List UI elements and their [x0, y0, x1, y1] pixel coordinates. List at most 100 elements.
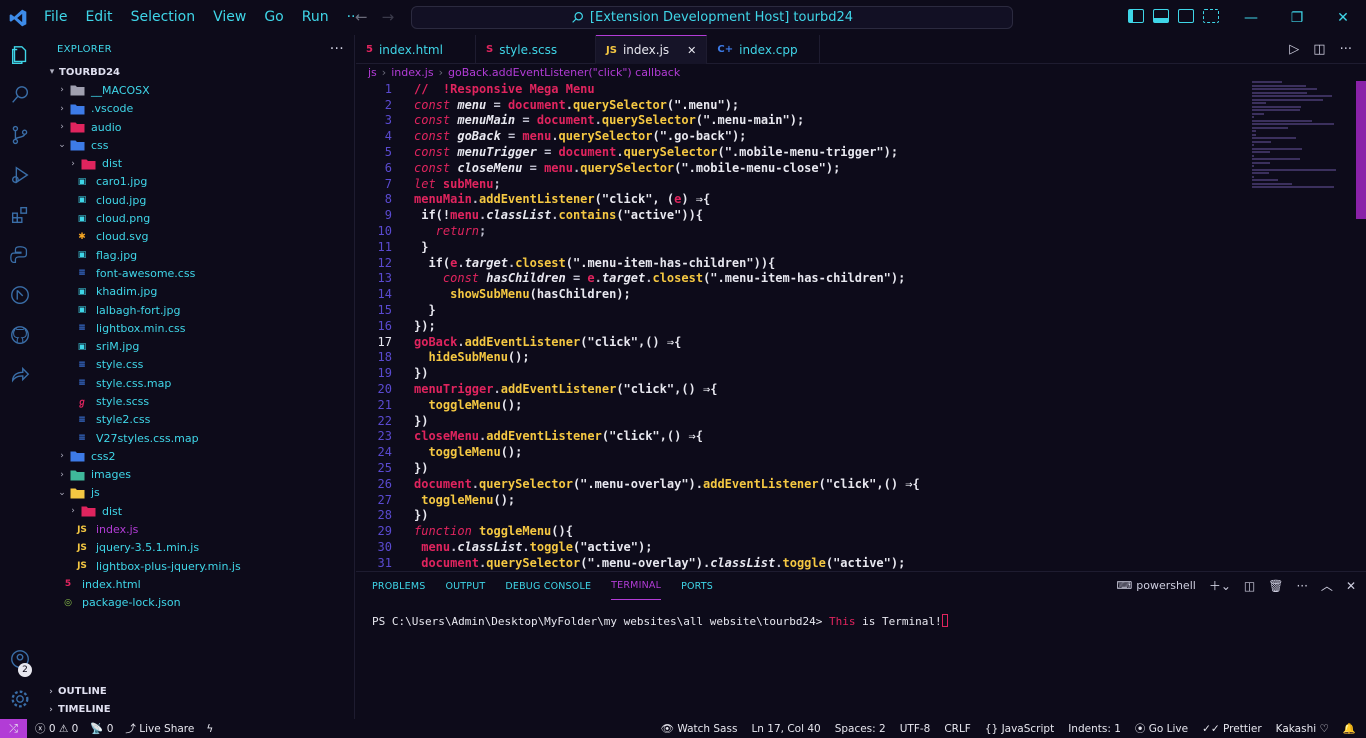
tree-folder[interactable]: › __MACOSX [40, 81, 354, 99]
tree-file[interactable]: ▣ cloud.png [40, 209, 354, 227]
encoding[interactable]: UTF-8 [900, 723, 931, 735]
tree-folder[interactable]: › dist [40, 502, 354, 520]
git-graph-icon[interactable] [0, 275, 40, 315]
github-icon[interactable] [0, 315, 40, 355]
tree-file[interactable]: ≡ style2.css [40, 411, 354, 429]
menu-item[interactable]: Run [293, 0, 338, 35]
accounts-icon[interactable]: 2 [0, 639, 40, 679]
tree-folder[interactable]: › images [40, 466, 354, 484]
terminal-output[interactable]: PS C:\Users\Admin\Desktop\MyFolder\my we… [372, 614, 948, 628]
panel-tab[interactable]: PORTS [681, 572, 713, 600]
new-terminal-icon[interactable]: ＋⌄ [1209, 577, 1231, 594]
tree-file[interactable]: 5 index.html [40, 575, 354, 593]
extensions-icon[interactable] [0, 195, 40, 235]
tree-folder[interactable]: ⌄ js [40, 484, 354, 502]
lightning-icon[interactable]: ϟ [206, 723, 213, 735]
run-debug-icon[interactable] [0, 155, 40, 195]
scrollbar-thumb[interactable] [1356, 81, 1366, 219]
split-terminal-icon[interactable]: ◫ [1244, 579, 1255, 593]
editor-tab[interactable]: C+ index.cpp [707, 35, 821, 64]
end-of-line[interactable]: CRLF [944, 723, 971, 735]
tree-file[interactable]: ▣ cloud.jpg [40, 191, 354, 209]
tree-folder[interactable]: › css2 [40, 447, 354, 465]
tree-file[interactable]: JS lightbox-plus-jquery.min.js [40, 557, 354, 575]
panel-tab[interactable]: DEBUG CONSOLE [505, 572, 591, 600]
tree-file[interactable]: ◎ package-lock.json [40, 594, 354, 612]
outline-section[interactable]: › OUTLINE [40, 682, 355, 700]
breadcrumb-item[interactable]: index.js [391, 66, 433, 79]
close-panel-icon[interactable]: ✕ [1346, 579, 1356, 593]
minimap[interactable] [1252, 81, 1352, 251]
more-actions-icon[interactable]: ··· [1296, 579, 1307, 593]
minimize-icon[interactable]: — [1228, 0, 1274, 35]
breadcrumb-item[interactable]: js [368, 66, 377, 79]
panel-tab[interactable]: PROBLEMS [372, 572, 425, 600]
back-arrow-icon[interactable]: ← [355, 8, 368, 26]
menu-item[interactable]: Selection [122, 0, 205, 35]
source-control-icon[interactable] [0, 115, 40, 155]
language-mode[interactable]: {} JavaScript [985, 723, 1054, 735]
explorer-root-folder[interactable]: ▾ TOURBD24 [40, 63, 354, 81]
panel-tab[interactable]: TERMINAL [611, 572, 662, 600]
terminal-selector[interactable]: ⌨ powershell [1116, 579, 1195, 592]
tree-file[interactable]: ≡ font-awesome.css [40, 264, 354, 282]
more-actions-icon[interactable]: ··· [1340, 42, 1352, 57]
tree-folder[interactable]: › dist [40, 154, 354, 172]
editor-tab[interactable]: JS index.js ✕ [596, 35, 708, 64]
tree-file[interactable]: ≡ style.css [40, 356, 354, 374]
customize-layout-icon[interactable] [1203, 9, 1219, 23]
live-share-status[interactable]: ⤴ Live Share [125, 721, 194, 736]
tree-file[interactable]: ℊ style.scss [40, 392, 354, 410]
restore-icon[interactable]: ❐ [1274, 0, 1320, 35]
search-icon[interactable] [0, 75, 40, 115]
indent-rainbow[interactable]: Indents: 1 [1068, 723, 1121, 735]
settings-gear-icon[interactable] [0, 679, 40, 719]
go-live-button[interactable]: ⦿ Go Live [1135, 721, 1188, 736]
menu-item[interactable]: File [35, 0, 76, 35]
breadcrumb-item[interactable]: goBack.addEventListener("click") callbac… [448, 66, 680, 79]
close-tab-icon[interactable]: ✕ [687, 44, 696, 57]
live-share-icon[interactable] [0, 355, 40, 395]
menu-item[interactable]: Edit [76, 0, 121, 35]
timeline-section[interactable]: › TIMELINE [40, 701, 355, 719]
run-file-icon[interactable]: ▷ [1289, 42, 1299, 57]
editor-tab[interactable]: 5 index.html [356, 35, 476, 64]
theme-status[interactable]: Kakashi ♡ [1276, 723, 1329, 735]
menu-item[interactable]: View [204, 0, 255, 35]
tree-file[interactable]: ✱ cloud.svg [40, 228, 354, 246]
tree-file[interactable]: ▣ flag.jpg [40, 246, 354, 264]
tree-folder[interactable]: ⌄ css [40, 136, 354, 154]
explorer-icon[interactable] [0, 35, 40, 75]
command-center[interactable]: [Extension Development Host] tourbd24 [411, 6, 1013, 29]
maximize-panel-icon[interactable]: ︿ [1321, 577, 1333, 594]
tree-file[interactable]: ▣ sriM.jpg [40, 337, 354, 355]
watch-sass-status[interactable]: 👁 Watch Sass [661, 722, 738, 735]
tree-file[interactable]: ▣ lalbagh-fort.jpg [40, 301, 354, 319]
tree-file[interactable]: ≡ style.css.map [40, 374, 354, 392]
toggle-panel-icon[interactable] [1153, 9, 1169, 23]
toggle-primary-sidebar-icon[interactable] [1128, 9, 1144, 23]
tree-file[interactable]: JS index.js [40, 520, 354, 538]
cursor-position[interactable]: Ln 17, Col 40 [751, 723, 820, 735]
problems-status[interactable]: ⓧ 0 ⚠ 0 [35, 721, 78, 736]
tree-file[interactable]: ≡ V27styles.css.map [40, 429, 354, 447]
indentation[interactable]: Spaces: 2 [835, 723, 886, 735]
notifications-bell-icon[interactable]: 🔔 [1343, 722, 1356, 735]
ports-status[interactable]: 📡 0 [90, 722, 113, 735]
editor-tab[interactable]: Sstyle.scss [476, 35, 596, 64]
forward-arrow-icon[interactable]: → [382, 8, 395, 26]
prettier-status[interactable]: ✓✓ Prettier [1202, 723, 1262, 735]
code-editor[interactable]: 1// !Responsive Mega Menu 2 const menu = d… [356, 81, 1236, 571]
kill-terminal-icon[interactable]: 🗑 [1268, 579, 1283, 593]
tree-folder[interactable]: › .vscode [40, 100, 354, 118]
remote-indicator[interactable]: ⤮ [0, 719, 27, 738]
tree-file[interactable]: ≡ lightbox.min.css [40, 319, 354, 337]
explorer-more-icon[interactable]: ··· [330, 41, 344, 57]
panel-tab[interactable]: OUTPUT [445, 572, 485, 600]
menu-item[interactable]: Go [255, 0, 292, 35]
python-icon[interactable] [0, 235, 40, 275]
tree-file[interactable]: ▣ khadim.jpg [40, 283, 354, 301]
close-window-icon[interactable]: ✕ [1320, 0, 1366, 35]
tree-file[interactable]: ▣ caro1.jpg [40, 173, 354, 191]
toggle-secondary-sidebar-icon[interactable] [1178, 9, 1194, 23]
